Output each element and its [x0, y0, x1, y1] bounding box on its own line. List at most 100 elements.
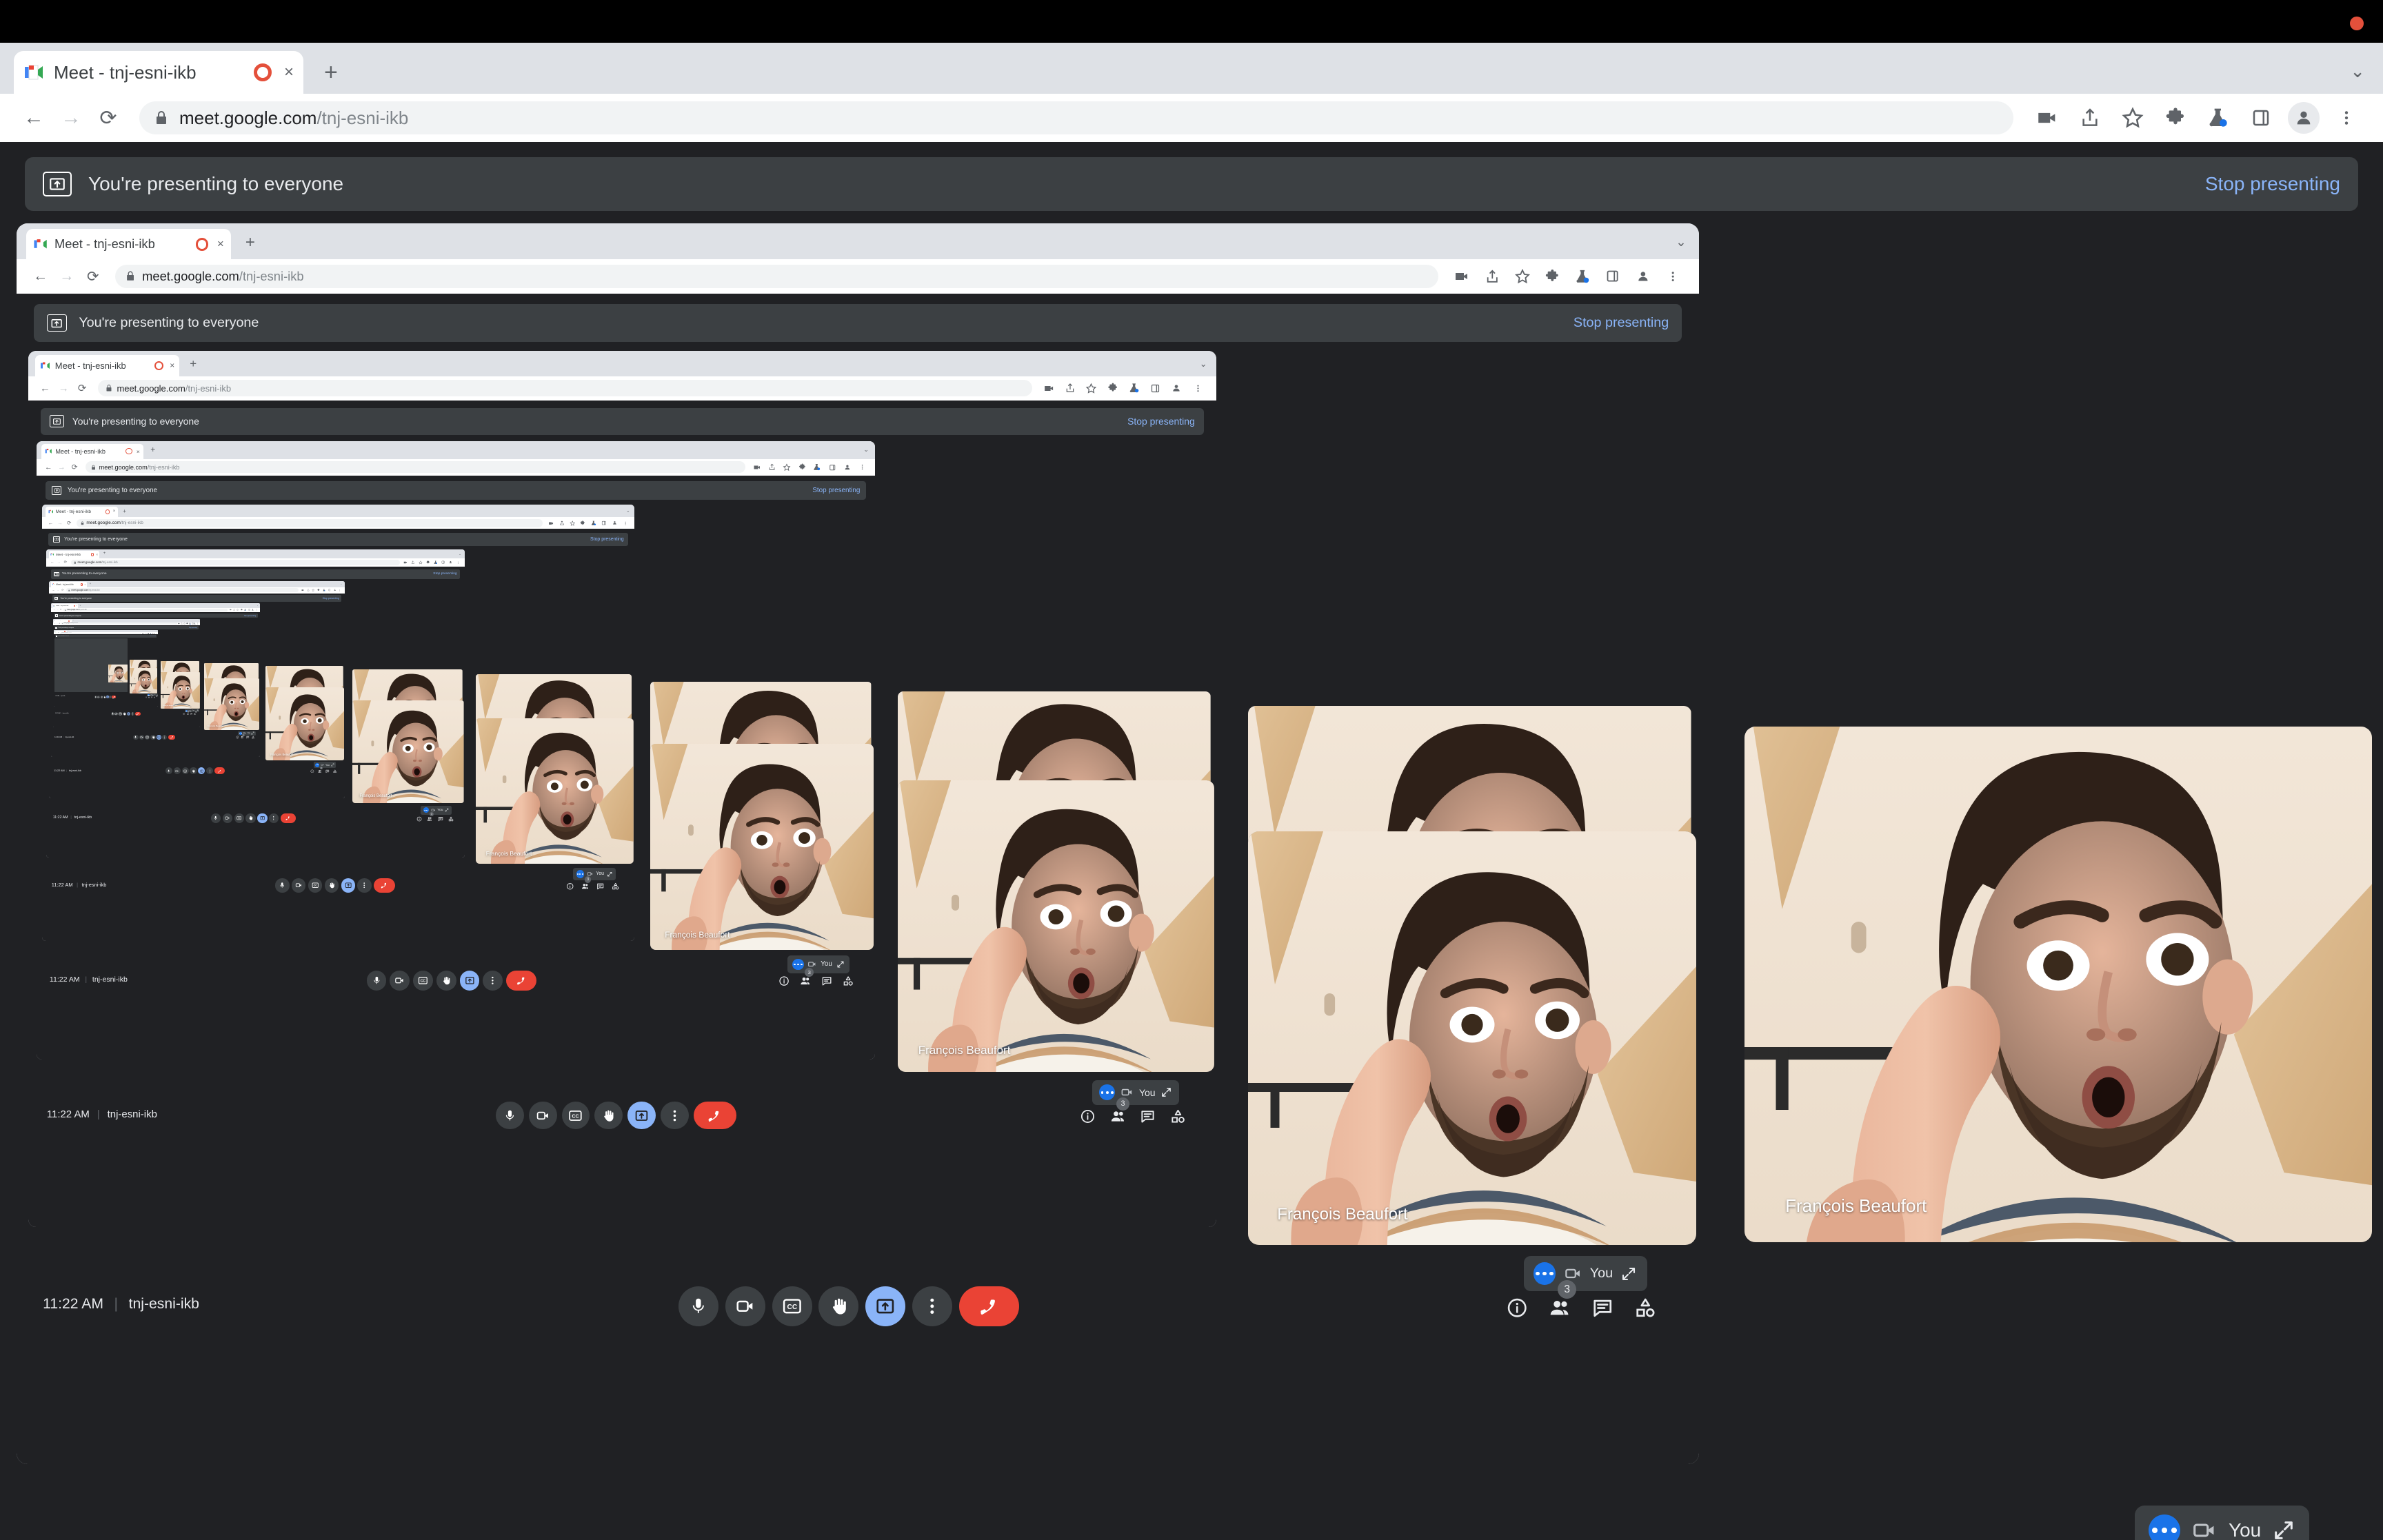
- forward-button[interactable]: →: [52, 106, 90, 130]
- share-icon[interactable]: [556, 520, 567, 526]
- camera-button[interactable]: [114, 711, 119, 716]
- participant-video-tile[interactable]: François Beaufort: [108, 665, 128, 683]
- self-view-pill[interactable]: You: [238, 731, 256, 736]
- leave-call-button[interactable]: [693, 1101, 736, 1130]
- browser-tab[interactable]: Meet - tnj-esni-ikb ×: [52, 604, 78, 608]
- camera-button[interactable]: [725, 1286, 765, 1326]
- expand-diagonal-icon[interactable]: [836, 960, 845, 969]
- chat-button[interactable]: [437, 815, 443, 822]
- expand-diagonal-icon[interactable]: [1620, 1266, 1637, 1282]
- stop-presenting-button[interactable]: Stop presenting: [244, 615, 256, 617]
- stop-presenting-button[interactable]: Stop presenting: [1127, 416, 1195, 427]
- profile-avatar-icon[interactable]: [1628, 270, 1658, 283]
- forward-button[interactable]: →: [55, 520, 64, 526]
- chat-button[interactable]: [596, 882, 605, 891]
- share-icon[interactable]: [1477, 269, 1507, 285]
- more-options-button[interactable]: [206, 767, 214, 775]
- captions-button[interactable]: CC: [413, 971, 433, 991]
- new-tab-button[interactable]: +: [245, 234, 255, 251]
- more-options-dots-icon[interactable]: [315, 763, 320, 767]
- present-now-button[interactable]: [105, 696, 109, 698]
- show-everyone-button[interactable]: 3: [186, 711, 190, 715]
- address-bar[interactable]: meet.google.com/tnj-esni-ikb: [61, 622, 177, 625]
- activities-button[interactable]: [1169, 1108, 1187, 1126]
- activities-button[interactable]: [842, 975, 854, 987]
- reload-button[interactable]: ⟳: [80, 267, 106, 285]
- reload-button[interactable]: ⟳: [73, 382, 92, 394]
- share-icon[interactable]: [765, 463, 780, 471]
- address-bar[interactable]: meet.google.com/tnj-esni-ikb: [77, 518, 543, 527]
- tab-search-chevron-down-icon[interactable]: ⌄: [863, 446, 869, 454]
- chat-button[interactable]: [325, 769, 330, 773]
- microphone-button[interactable]: [165, 767, 173, 775]
- new-tab-button[interactable]: +: [150, 445, 155, 454]
- activities-button[interactable]: [153, 696, 155, 698]
- stop-presenting-button[interactable]: Stop presenting: [590, 537, 624, 542]
- chat-button[interactable]: [821, 975, 833, 987]
- raise-hand-button[interactable]: [190, 767, 197, 775]
- browser-tab[interactable]: Meet - tnj-esni-ikb ×: [54, 630, 68, 633]
- bookmark-star-icon[interactable]: [1080, 383, 1102, 394]
- tab-close-icon[interactable]: ×: [97, 553, 98, 556]
- camera-button[interactable]: [390, 971, 410, 991]
- expand-diagonal-icon[interactable]: [156, 693, 158, 697]
- camera-button[interactable]: [528, 1101, 557, 1130]
- new-tab-button[interactable]: +: [80, 605, 81, 607]
- three-dot-menu-icon[interactable]: [620, 521, 630, 525]
- labs-flask-icon[interactable]: [2197, 101, 2240, 134]
- reload-button[interactable]: ⟳: [62, 560, 68, 565]
- reload-button[interactable]: ⟳: [59, 609, 63, 611]
- tab-search-chevron-down-icon[interactable]: ⌄: [2350, 61, 2365, 82]
- three-dot-menu-icon[interactable]: [337, 589, 343, 591]
- more-options-button[interactable]: [912, 1286, 952, 1326]
- browser-tab[interactable]: Meet - tnj-esni-ikb ×: [50, 582, 87, 587]
- captions-button[interactable]: CC: [234, 813, 244, 824]
- chat-button[interactable]: [246, 736, 250, 740]
- side-panel-icon[interactable]: [439, 560, 447, 564]
- self-view-pill[interactable]: You: [787, 955, 849, 973]
- leave-call-button[interactable]: [134, 711, 141, 716]
- extensions-puzzle-icon[interactable]: [1102, 383, 1123, 394]
- back-button[interactable]: ←: [49, 560, 55, 565]
- labs-flask-icon[interactable]: [321, 589, 327, 591]
- forward-button[interactable]: →: [56, 589, 61, 591]
- camera-button[interactable]: [139, 735, 144, 740]
- chat-button[interactable]: [190, 713, 192, 715]
- back-button[interactable]: ←: [15, 106, 52, 130]
- new-tab-button[interactable]: +: [73, 620, 74, 621]
- more-options-button[interactable]: [109, 696, 112, 698]
- stop-presenting-button[interactable]: Stop presenting: [2205, 173, 2340, 195]
- profile-avatar-icon[interactable]: [840, 464, 855, 471]
- meeting-details-button[interactable]: [310, 769, 314, 773]
- expand-diagonal-icon[interactable]: [2272, 1519, 2295, 1540]
- reload-button[interactable]: ⟳: [90, 106, 127, 130]
- participant-video-tile[interactable]: François Beaufort: [650, 744, 874, 951]
- tab-search-chevron-down-icon[interactable]: ⌄: [257, 605, 258, 607]
- captions-button[interactable]: CC: [145, 735, 150, 740]
- microphone-button[interactable]: [495, 1101, 524, 1130]
- more-options-button[interactable]: [268, 813, 279, 824]
- tab-search-chevron-down-icon[interactable]: ⌄: [1676, 234, 1686, 250]
- show-everyone-button[interactable]: 3: [799, 967, 814, 987]
- forward-button[interactable]: →: [54, 268, 80, 285]
- media-cast-icon[interactable]: [2026, 101, 2069, 134]
- more-options-dots-icon[interactable]: [2149, 1514, 2180, 1540]
- microphone-button[interactable]: [678, 1286, 719, 1326]
- labs-flask-icon[interactable]: [1123, 383, 1145, 394]
- show-everyone-button[interactable]: 3: [1109, 1097, 1129, 1126]
- side-panel-icon[interactable]: [825, 464, 840, 472]
- meeting-details-button[interactable]: [416, 815, 422, 822]
- stop-presenting-button[interactable]: Stop presenting: [189, 627, 197, 629]
- more-options-dots-icon[interactable]: [423, 807, 429, 813]
- tab-close-icon[interactable]: ×: [113, 509, 115, 514]
- expand-diagonal-icon[interactable]: [1160, 1086, 1172, 1098]
- media-cast-icon[interactable]: [1447, 268, 1477, 285]
- share-icon[interactable]: [2069, 101, 2111, 134]
- leave-call-button[interactable]: [112, 696, 116, 699]
- extensions-puzzle-icon[interactable]: [424, 560, 432, 565]
- share-icon[interactable]: [305, 589, 311, 591]
- leave-call-button[interactable]: [506, 971, 536, 991]
- participant-video-tile[interactable]: François Beaufort: [265, 687, 344, 760]
- back-button[interactable]: ←: [51, 589, 56, 591]
- forward-button[interactable]: →: [55, 463, 68, 472]
